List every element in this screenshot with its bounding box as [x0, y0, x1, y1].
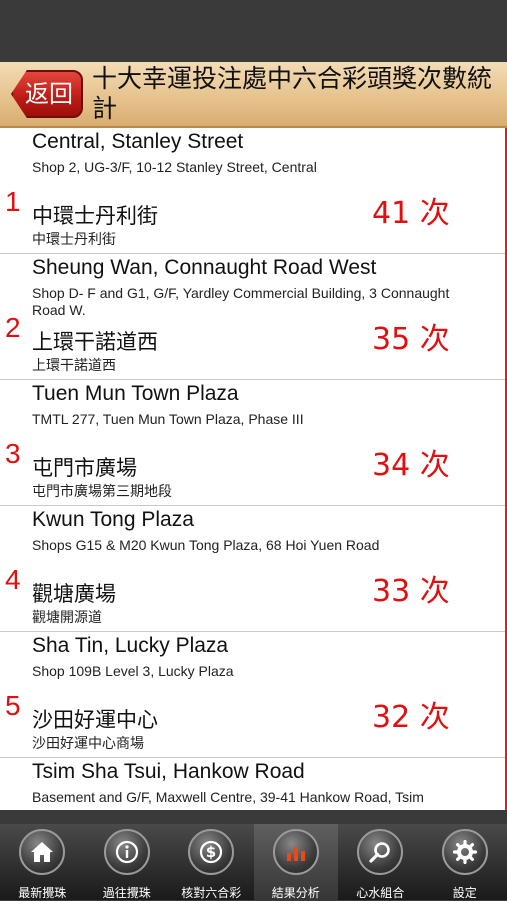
- outlet-english-address: Basement and G/F, Maxwell Centre, 39-41 …: [32, 789, 472, 806]
- tab-latest-draw[interactable]: 最新攪珠: [0, 824, 85, 900]
- outlet-english-address: Shops G15 & M20 Kwun Tong Plaza, 68 Hoi …: [32, 537, 472, 554]
- outlet-chinese-name: 屯門市廣場: [32, 452, 137, 482]
- search-icon: [357, 829, 403, 875]
- outlet-list[interactable]: Central, Stanley Street Shop 2, UG-3/F, …: [0, 128, 507, 810]
- outlet-english-name: Central, Stanley Street: [32, 130, 243, 154]
- outlet-chinese-address: 上環干諾道西: [32, 355, 116, 375]
- gear-icon: [442, 829, 488, 875]
- outlet-english-name: Sha Tin, Lucky Plaza: [32, 634, 228, 658]
- tab-result-analysis[interactable]: 結果分析: [254, 824, 339, 900]
- tab-check-mark-six[interactable]: $ 核對六合彩: [169, 824, 254, 900]
- list-item[interactable]: Tsim Sha Tsui, Hankow Road Basement and …: [0, 758, 505, 810]
- outlet-chinese-name: 上環干諾道西: [32, 326, 158, 356]
- outlet-english-name: Kwun Tong Plaza: [32, 508, 194, 532]
- dollar-icon: $: [188, 829, 234, 875]
- tab-favorite-combos[interactable]: 心水組合: [338, 824, 423, 900]
- win-count: 33 次: [372, 566, 450, 610]
- svg-text:$: $: [206, 843, 216, 861]
- win-count: 35 次: [372, 314, 450, 358]
- win-count: 41 次: [372, 188, 450, 232]
- tab-label: 過往攪珠: [85, 884, 170, 901]
- tab-label: 心水組合: [338, 884, 423, 901]
- tab-settings[interactable]: 設定: [423, 824, 507, 900]
- rank-number: 4: [5, 564, 21, 596]
- back-button[interactable]: 返回: [11, 70, 83, 118]
- outlet-chinese-name: 觀塘廣場: [32, 578, 116, 608]
- list-item[interactable]: Tuen Mun Town Plaza TMTL 277, Tuen Mun T…: [0, 380, 505, 506]
- tab-label: 結果分析: [254, 884, 339, 901]
- tab-label: 設定: [423, 884, 507, 901]
- list-item[interactable]: Sheung Wan, Connaught Road West Shop D- …: [0, 254, 505, 380]
- outlet-english-address: Shop 2, UG-3/F, 10-12 Stanley Street, Ce…: [32, 159, 472, 176]
- outlet-english-name: Tuen Mun Town Plaza: [32, 382, 239, 406]
- list-item[interactable]: Sha Tin, Lucky Plaza Shop 109B Level 3, …: [0, 632, 505, 758]
- bottom-tab-bar: 最新攪珠 過往攪珠 $ 核對六合彩 結果分析 心水組合 設定: [0, 824, 507, 900]
- outlet-chinese-address: 沙田好運中心商場: [32, 733, 144, 753]
- info-icon: [104, 829, 150, 875]
- rank-number: 1: [5, 186, 21, 218]
- status-bar: [0, 0, 507, 62]
- outlet-english-address: Shop 109B Level 3, Lucky Plaza: [32, 663, 472, 680]
- bar-chart-icon: [273, 829, 319, 875]
- outlet-chinese-name: 沙田好運中心: [32, 704, 158, 734]
- header-bar: 返回 十大幸運投注處中六合彩頭獎次數統計: [0, 62, 507, 128]
- rank-number: 3: [5, 438, 21, 470]
- list-item[interactable]: Kwun Tong Plaza Shops G15 & M20 Kwun Ton…: [0, 506, 505, 632]
- win-count: 34 次: [372, 440, 450, 484]
- outlet-chinese-address: 中環士丹利街: [32, 229, 116, 249]
- outlet-english-address: TMTL 277, Tuen Mun Town Plaza, Phase III: [32, 411, 472, 428]
- tab-label: 最新攪珠: [0, 884, 85, 901]
- list-item[interactable]: Central, Stanley Street Shop 2, UG-3/F, …: [0, 128, 505, 254]
- tab-past-draws[interactable]: 過往攪珠: [85, 824, 170, 900]
- rank-number: 5: [5, 690, 21, 722]
- outlet-chinese-address: 屯門市廣場第三期地段: [32, 481, 172, 501]
- outlet-chinese-name: 中環士丹利街: [32, 200, 158, 230]
- page-title: 十大幸運投注處中六合彩頭獎次數統計: [92, 64, 502, 124]
- outlet-english-name: Sheung Wan, Connaught Road West: [32, 256, 376, 280]
- outlet-english-name: Tsim Sha Tsui, Hankow Road: [32, 760, 305, 784]
- rank-number: 2: [5, 312, 21, 344]
- outlet-chinese-address: 觀塘開源道: [32, 607, 102, 627]
- home-icon: [19, 829, 65, 875]
- win-count: 32 次: [372, 692, 450, 736]
- tab-label: 核對六合彩: [169, 884, 254, 901]
